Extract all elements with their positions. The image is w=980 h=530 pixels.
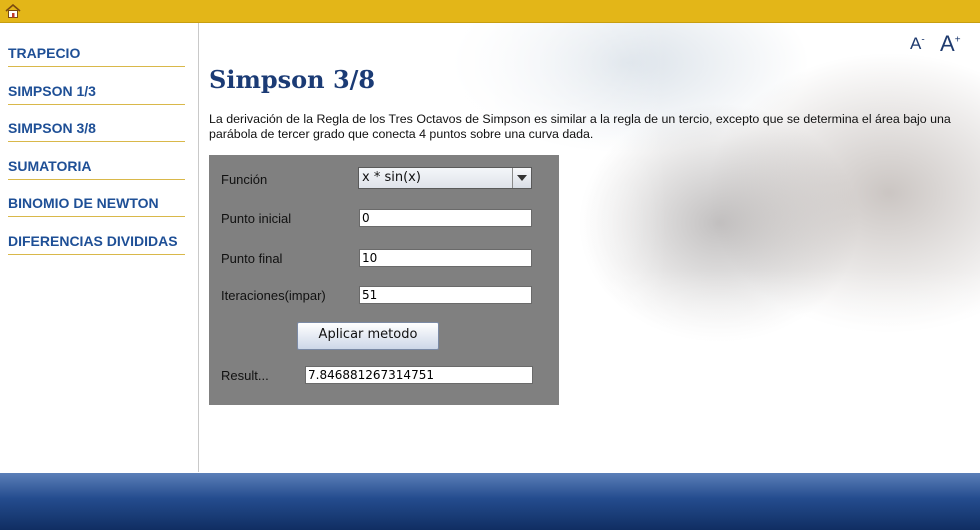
iteraciones-label: Iteraciones(impar) [221,288,326,303]
funcion-select-value: x * sin(x) [362,170,421,185]
funcion-select[interactable]: x * sin(x) [358,167,532,189]
main-content: A- A+ Simpson 3/8 La derivación de la Re… [199,23,980,472]
footer-bar [0,473,980,530]
sidebar-item-label: DIFERENCIAS DIVIDIDAS [8,233,178,249]
simpson-form-panel: Función x * sin(x) Punto inicial 0 Punto… [209,155,559,405]
sidebar-item-sumatoria[interactable]: SUMATORIA [8,153,185,180]
result-field[interactable]: 7.846881267314751 [305,366,533,384]
punto-final-input[interactable]: 10 [359,249,532,267]
chevron-down-icon[interactable] [512,168,531,188]
home-icon[interactable] [5,4,21,18]
page-title: Simpson 3/8 [209,65,376,94]
page-description: La derivación de la Regla de los Tres Oc… [209,112,951,141]
punto-inicial-input[interactable]: 0 [359,209,532,227]
iteraciones-input[interactable]: 51 [359,286,532,304]
sidebar-item-label: SUMATORIA [8,158,92,174]
sidebar: TRAPECIO SIMPSON 1/3 SIMPSON 3/8 SUMATOR… [0,23,199,472]
sidebar-item-label: BINOMIO DE NEWTON [8,195,159,211]
sidebar-item-diferencias-divididas[interactable]: DIFERENCIAS DIVIDIDAS [8,228,185,255]
result-label: Result... [221,368,269,383]
sidebar-item-label: TRAPECIO [8,45,81,61]
sidebar-item-simpson-1-3[interactable]: SIMPSON 1/3 [8,78,185,105]
sidebar-item-label: SIMPSON 1/3 [8,83,96,99]
sidebar-item-trapecio[interactable]: TRAPECIO [8,40,185,67]
sidebar-item-simpson-3-8[interactable]: SIMPSON 3/8 [8,115,185,142]
font-decrease-button[interactable]: A- [910,34,925,54]
top-bar [0,0,980,23]
apply-method-button[interactable]: Aplicar metodo [297,322,439,350]
font-increase-button[interactable]: A+ [940,31,961,57]
punto-inicial-label: Punto inicial [221,211,292,226]
sidebar-item-binomio-de-newton[interactable]: BINOMIO DE NEWTON [8,190,185,217]
punto-final-label: Punto final [221,251,283,266]
sidebar-item-label: SIMPSON 3/8 [8,120,96,136]
funcion-label: Función [221,172,268,187]
